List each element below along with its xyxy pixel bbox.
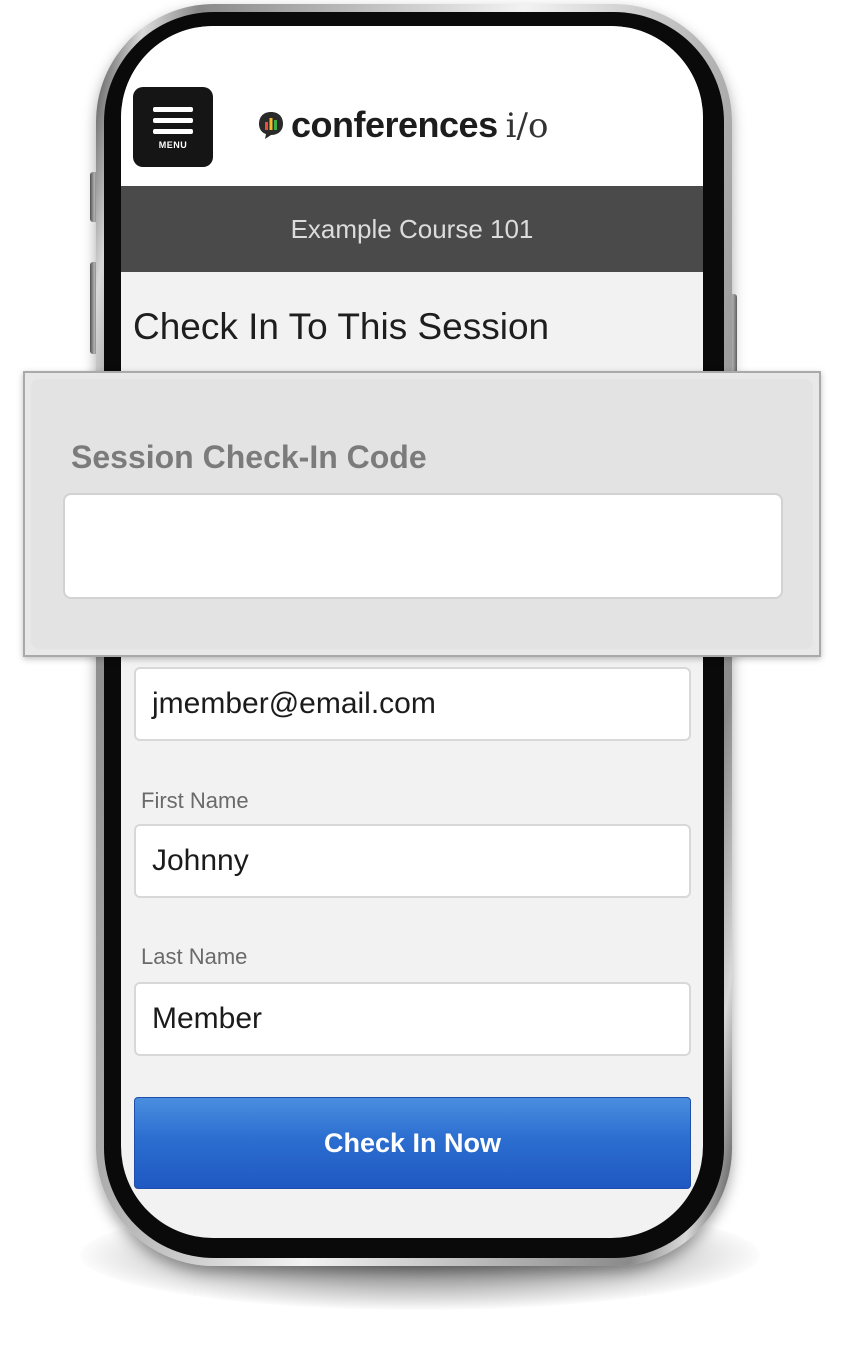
last-name-label: Last Name	[141, 944, 248, 969]
course-title-bar: Example Course 101	[121, 186, 703, 272]
first-name-label: First Name	[141, 788, 249, 813]
email-field[interactable]: jmember@email.com	[134, 667, 691, 741]
menu-label: MENU	[158, 139, 188, 150]
checkin-code-callout: Session Check-In Code	[23, 371, 821, 657]
speech-bubble-chart-icon	[259, 112, 283, 139]
check-in-now-button[interactable]: Check In Now	[134, 1097, 691, 1189]
page-title: Check In To This Session	[133, 306, 550, 347]
checkin-code-input[interactable]	[63, 493, 783, 599]
logo[interactable]: conferences i/o	[257, 104, 548, 146]
app-header: MENU conferences i/o	[121, 26, 703, 186]
stage: MENU conferences i/o Example Course 101 …	[0, 0, 844, 1350]
logo-brand: conferences	[291, 104, 498, 145]
first-name-field[interactable]: Johnny	[134, 824, 691, 898]
last-name-field[interactable]: Member	[134, 982, 691, 1056]
checkin-code-label: Session Check-In Code	[71, 439, 427, 475]
logo-suffix: i/o	[505, 106, 549, 146]
hamburger-icon	[153, 106, 193, 134]
menu-button[interactable]: MENU	[133, 87, 213, 167]
